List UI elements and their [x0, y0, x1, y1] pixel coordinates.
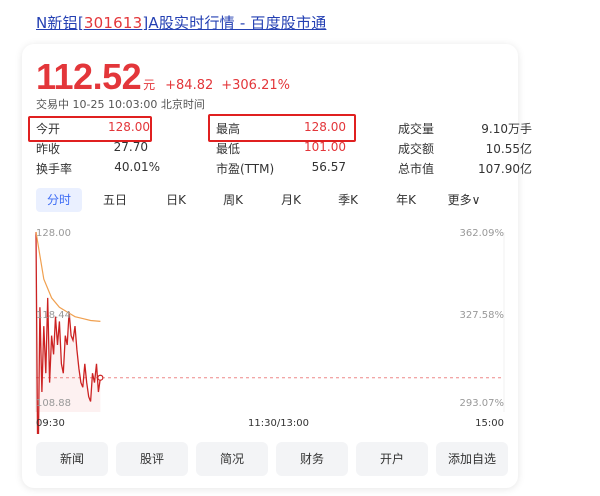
- profile-button[interactable]: 简况: [196, 442, 268, 476]
- stat-label: 最高: [216, 122, 241, 136]
- tab-monthly-k[interactable]: 月K: [262, 188, 320, 212]
- stat-pe-ttm: 市盈(TTM) 56.57: [216, 160, 346, 177]
- stat-value: 107.90亿: [478, 162, 532, 176]
- stat-label: 今开: [36, 122, 61, 136]
- stat-label: 换手率: [36, 162, 73, 176]
- tab-yearly-k[interactable]: 年K: [376, 188, 436, 212]
- y-right-label-mid: 327.58%: [459, 310, 505, 321]
- stat-label: 最低: [216, 142, 241, 156]
- stat-label: 市盈(TTM): [216, 162, 275, 176]
- stat-low: 最低 101.00: [216, 140, 346, 157]
- x-label-midday: 11:30/13:00: [248, 418, 310, 429]
- intraday-chart[interactable]: 128.00 118.44 108.88 362.09% 327.58% 293…: [22, 224, 518, 434]
- x-label-close: 15:00: [475, 418, 504, 429]
- top-cut-text: [36, 0, 136, 4]
- stat-label: 昨收: [36, 142, 61, 156]
- stat-turnover-amount: 成交额 10.55亿: [398, 140, 532, 157]
- price-endpoint-dot: [97, 374, 104, 381]
- stock-card: 112.52 元 +84.82 +306.21% 交易中 10-25 10:03…: [22, 44, 532, 488]
- page-title-link[interactable]: N新铝[301613]A股实时行情 - 百度股市通: [36, 12, 326, 33]
- y-left-label-top: 128.00: [36, 228, 71, 239]
- tab-weekly-k[interactable]: 周K: [204, 188, 262, 212]
- stat-value: 128.00: [304, 120, 346, 134]
- price-row: 112.52 元 +84.82 +306.21%: [36, 56, 290, 98]
- stat-value: 27.70: [113, 140, 148, 154]
- chart-tabs: 分时 五日 日K 周K 月K 季K 年K 更多∨: [36, 188, 492, 212]
- stock-code: 301613: [83, 14, 143, 32]
- tab-daily-k[interactable]: 日K: [148, 188, 204, 212]
- price-unit: 元: [143, 78, 156, 92]
- stat-value: 40.01%: [114, 160, 160, 174]
- stat-volume: 成交量 9.10万手: [398, 120, 532, 137]
- stat-value: 56.57: [311, 160, 346, 174]
- intraday-chart-svg: [35, 231, 505, 434]
- stat-high: 最高 128.00: [216, 120, 346, 137]
- y-left-label-mid: 118.44: [36, 310, 71, 321]
- y-left-label-bottom: 108.88: [36, 398, 71, 409]
- price-change: +84.82: [165, 78, 214, 93]
- title-prefix: N新铝[: [36, 14, 84, 32]
- title-suffix: ]A股实时行情 - 百度股市通: [142, 14, 327, 32]
- current-price: 112.52: [36, 56, 142, 97]
- y-right-label-bottom: 293.07%: [459, 398, 505, 409]
- open-account-button[interactable]: 开户: [356, 442, 428, 476]
- stat-label: 成交额: [398, 142, 435, 156]
- stat-open: 今开 128.00: [36, 120, 150, 137]
- tab-intraday[interactable]: 分时: [36, 188, 82, 212]
- x-label-open: 09:30: [36, 418, 65, 429]
- tab-quarterly-k[interactable]: 季K: [320, 188, 376, 212]
- average-price-line: [35, 231, 101, 322]
- tab-five-day[interactable]: 五日: [82, 188, 148, 212]
- y-right-label-top: 362.09%: [459, 228, 505, 239]
- add-watchlist-button[interactable]: 添加自选: [436, 442, 508, 476]
- news-button[interactable]: 新闻: [36, 442, 108, 476]
- comments-button[interactable]: 股评: [116, 442, 188, 476]
- stat-prev-close: 昨收 27.70: [36, 140, 148, 157]
- tab-more[interactable]: 更多∨: [436, 188, 492, 212]
- price-change-pct: +306.21%: [221, 78, 290, 93]
- stat-value: 101.00: [304, 140, 346, 154]
- trading-status: 交易中 10-25 10:03:00 北京时间: [36, 98, 205, 111]
- stat-value: 9.10万手: [481, 122, 532, 136]
- stat-value: 10.55亿: [485, 142, 532, 156]
- stat-value: 128.00: [108, 120, 150, 134]
- stat-label: 总市值: [398, 162, 435, 176]
- stat-market-cap: 总市值 107.90亿: [398, 160, 532, 177]
- stat-turnover-rate: 换手率 40.01%: [36, 160, 160, 177]
- stats-grid: 今开 128.00 最高 128.00 成交量 9.10万手 昨收 27.70 …: [28, 114, 532, 177]
- stat-label: 成交量: [398, 122, 435, 136]
- action-buttons: 新闻 股评 简况 财务 开户 添加自选: [36, 442, 508, 476]
- financials-button[interactable]: 财务: [276, 442, 348, 476]
